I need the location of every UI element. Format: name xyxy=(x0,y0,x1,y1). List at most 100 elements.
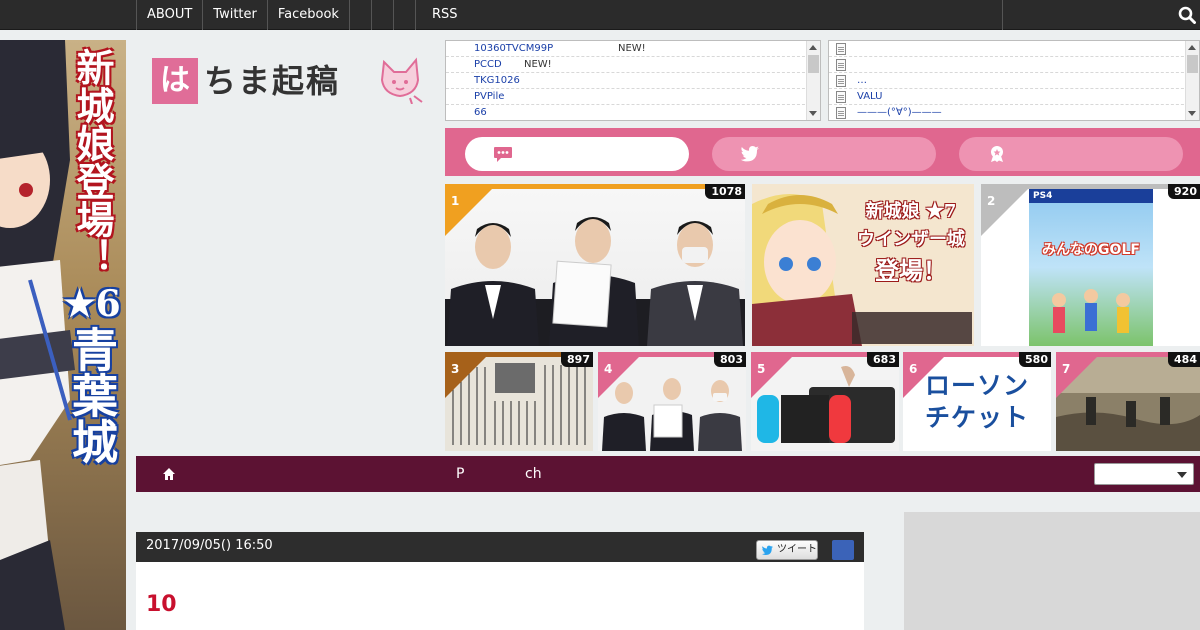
feed-item[interactable]: 66 xyxy=(446,105,820,120)
nav-rss-link[interactable]: RSS xyxy=(416,0,468,30)
ranking-tab-bar xyxy=(445,128,1200,176)
feed-item-title[interactable]: PVPile xyxy=(474,91,504,102)
nav-empty-link[interactable] xyxy=(394,0,416,30)
rank-number: 4 xyxy=(604,362,613,376)
comment-count: 897 xyxy=(561,352,593,367)
nav-empty-link[interactable] xyxy=(372,0,394,30)
ranking-item-3[interactable]: 3 897 xyxy=(445,352,593,451)
scroll-thumb[interactable] xyxy=(808,55,819,73)
logo-text: ちま起稿 xyxy=(204,62,341,100)
lawson-logo-line2: チケット xyxy=(924,403,1029,432)
article-title[interactable]: 10 xyxy=(146,590,177,620)
ad-banner-line3: 登場！ xyxy=(875,256,947,285)
ranking-item-1[interactable]: 1 1078 xyxy=(445,184,745,346)
tweet-button-label: ツイート xyxy=(777,544,817,555)
document-icon xyxy=(836,91,846,103)
comment-count: 580 xyxy=(1019,352,1051,367)
document-icon xyxy=(836,107,846,119)
feed-item-title[interactable]: … xyxy=(857,75,867,86)
ranking-item-5[interactable]: 5 683 xyxy=(751,352,899,451)
rank-corner xyxy=(981,184,1033,236)
feed-item[interactable] xyxy=(829,57,1199,73)
facebook-share-button[interactable] xyxy=(832,540,854,560)
feed-item-title[interactable]: TKG1026 xyxy=(474,75,520,86)
ranking-item-7[interactable]: 7 484 xyxy=(1056,352,1200,451)
ad-headline: 新城娘登場！ xyxy=(70,48,115,276)
document-icon xyxy=(836,43,846,55)
new-badge: NEW! xyxy=(524,59,552,70)
logo-mark: は xyxy=(152,58,198,104)
ad-banner-windsor[interactable]: 新城娘 ★7 ウインザー城 登場！ xyxy=(752,184,974,346)
feed-item-title[interactable]: 66 xyxy=(474,107,487,118)
nav-category-link[interactable]: P xyxy=(456,456,464,492)
feed-item[interactable] xyxy=(829,41,1199,57)
feed-item[interactable]: ———(°∀°)——— xyxy=(829,105,1199,120)
feed-item[interactable]: PVPile xyxy=(446,89,820,105)
feed-item-title[interactable]: PCCD xyxy=(474,59,502,70)
ranking-item-6[interactable]: ローソン チケット 6 580 xyxy=(903,352,1051,451)
ad-text: 新城娘登場！ ★6 青葉城 xyxy=(62,48,122,464)
scroll-down-icon[interactable] xyxy=(1188,111,1196,116)
game-cover: PS4 みんなのGOLF xyxy=(1029,189,1153,346)
nav-twitter-link[interactable]: Twitter xyxy=(203,0,268,30)
rank-corner xyxy=(445,184,497,236)
search-area[interactable] xyxy=(1002,0,1200,30)
site-logo[interactable]: は ちま起稿 xyxy=(150,56,430,106)
category-select[interactable] xyxy=(1094,463,1194,485)
ad-banner-text: 新城娘 ★7 ウインザー城 登場！ xyxy=(848,198,974,288)
feed-scrollbar[interactable] xyxy=(1185,41,1199,120)
nav-facebook-link[interactable]: Facebook xyxy=(268,0,350,30)
tab-twitter[interactable] xyxy=(712,137,936,171)
feed-item[interactable]: … xyxy=(829,73,1199,89)
document-icon xyxy=(836,59,846,71)
ad-banner-line1: 新城娘 ★7 xyxy=(865,201,957,222)
ranking-badge-icon xyxy=(991,146,1003,162)
top-bar: ABOUT Twitter Facebook RSS xyxy=(0,0,1200,30)
category-nav: P ch xyxy=(136,456,1200,492)
rank-number: 7 xyxy=(1062,362,1071,376)
feed-item[interactable]: TKG1026 xyxy=(446,73,820,89)
twitter-icon xyxy=(740,146,759,162)
game-title: みんなのGOLF xyxy=(1042,242,1140,258)
platform-label: PS4 xyxy=(1029,189,1153,203)
search-icon[interactable] xyxy=(1178,6,1196,24)
home-icon[interactable] xyxy=(162,467,176,481)
ranking-item-4[interactable]: 4 803 xyxy=(598,352,746,451)
feed-item[interactable]: 10360TVCM99P NEW! xyxy=(446,41,820,57)
antenna-feed-right: … VALU ———(°∀°)——— xyxy=(828,40,1200,121)
feed-item-title[interactable]: 10360TVCM99P xyxy=(474,43,553,54)
document-icon xyxy=(836,75,846,87)
twitter-icon xyxy=(761,545,773,556)
comment-count: 683 xyxy=(867,352,899,367)
tab-ranking[interactable] xyxy=(959,137,1183,171)
scroll-up-icon[interactable] xyxy=(1188,45,1196,50)
rank-number: 2 xyxy=(987,194,996,208)
comment-count: 803 xyxy=(714,352,746,367)
rank-number: 5 xyxy=(757,362,766,376)
rank-number: 1 xyxy=(451,194,460,208)
cat-mascot-icon xyxy=(380,57,423,104)
scroll-down-icon[interactable] xyxy=(809,111,817,116)
feed-item-title[interactable]: ———(°∀°)——— xyxy=(857,107,942,118)
comment-icon xyxy=(494,147,512,162)
nav-empty-link[interactable] xyxy=(350,0,372,30)
nav-category-link[interactable]: ch xyxy=(525,456,542,492)
side-ad-banner[interactable]: 新城娘登場！ ★6 青葉城 xyxy=(0,40,126,630)
comment-count: 1078 xyxy=(705,184,745,199)
feed-scrollbar[interactable] xyxy=(806,41,820,120)
feed-item-title[interactable]: VALU xyxy=(857,91,882,102)
feed-item[interactable]: VALU xyxy=(829,89,1199,105)
golfer-figures xyxy=(1052,289,1130,333)
scroll-thumb[interactable] xyxy=(1187,55,1198,73)
tweet-button[interactable]: ツイート xyxy=(756,540,818,560)
scroll-up-icon[interactable] xyxy=(809,45,817,50)
comment-count: 484 xyxy=(1168,352,1200,367)
ranking-item-2[interactable]: PS4 みんなのGOLF 2 920 xyxy=(981,184,1200,346)
tab-comments[interactable] xyxy=(465,137,689,171)
article-date: 2017/09/05() 16:50 xyxy=(146,538,273,553)
nav-about-link[interactable]: ABOUT xyxy=(137,0,204,30)
feed-item[interactable]: PCCD NEW! xyxy=(446,57,820,73)
new-badge: NEW! xyxy=(618,43,646,54)
antenna-feed-left: 10360TVCM99P NEW! PCCD NEW! TKG1026 PVPile… xyxy=(445,40,821,121)
chevron-down-icon xyxy=(1177,472,1187,478)
